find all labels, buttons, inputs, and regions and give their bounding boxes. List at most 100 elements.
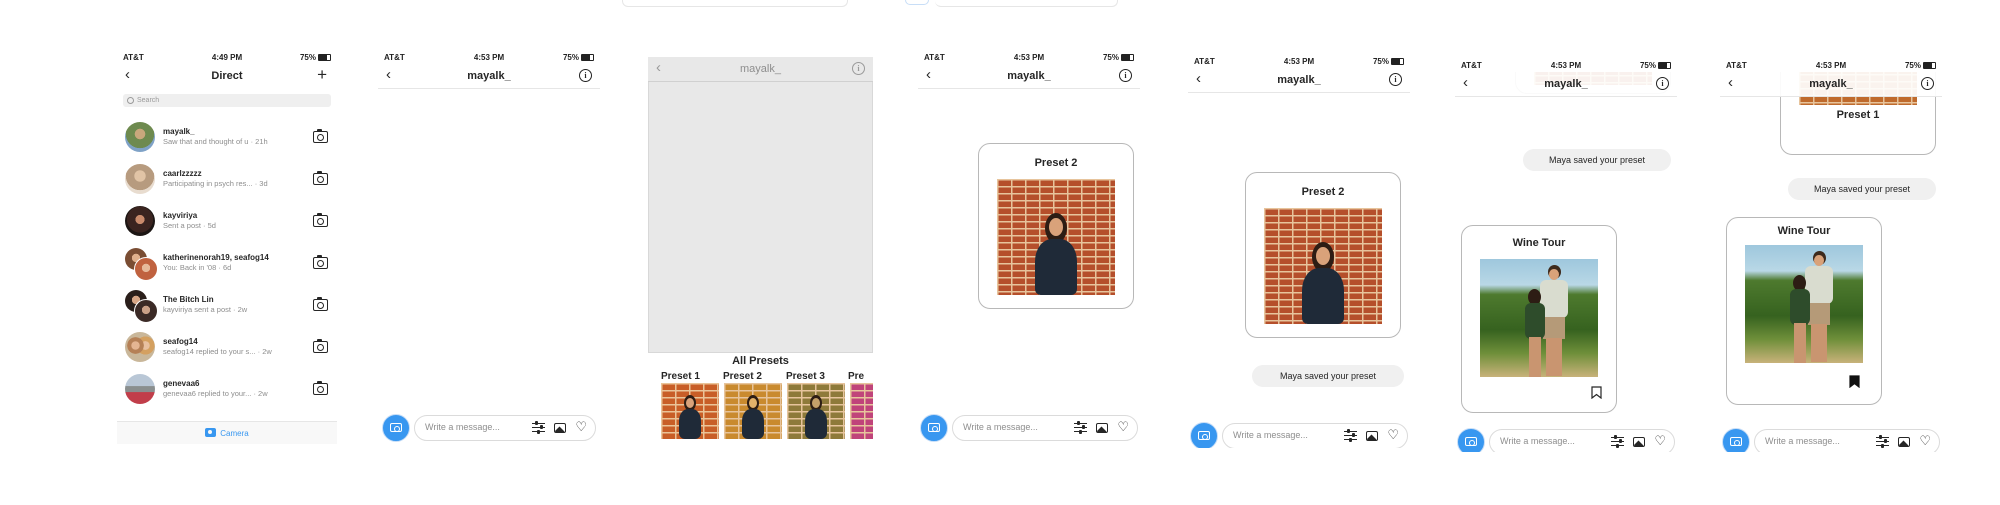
camera-button[interactable] <box>920 414 948 442</box>
gallery-icon[interactable] <box>1366 431 1378 441</box>
camera-button[interactable] <box>382 414 410 442</box>
camera-button[interactable] <box>1722 428 1750 452</box>
bookmark-filled-icon[interactable] <box>1849 375 1860 388</box>
search-icon <box>127 97 134 104</box>
screen-chat-preset-saved: AT&T 4:53 PM 75% ‹ mayalk_ i Preset 2 Ma… <box>1188 54 1410 448</box>
heart-icon[interactable]: ♡ <box>575 420 587 433</box>
battery-level: 75% <box>1904 61 1921 70</box>
status-bar: AT&T 4:53 PM 75% <box>1720 58 1942 72</box>
chat-username: mayalk_ <box>1007 70 1051 82</box>
conversation-row[interactable]: caarlzzzzz Participating in psych res...… <box>117 162 337 196</box>
info-icon[interactable]: i <box>1389 73 1402 86</box>
sliders-icon[interactable] <box>1611 434 1624 449</box>
status-bar: AT&T 4:53 PM 75% <box>1455 58 1677 72</box>
sliders-icon[interactable] <box>1344 428 1357 443</box>
brick-wall-photo <box>1264 208 1382 324</box>
camera-tab[interactable]: Camera <box>117 421 337 444</box>
heart-icon[interactable]: ♡ <box>1654 434 1666 447</box>
camera-button[interactable] <box>1190 422 1218 448</box>
conversation-row[interactable]: seafog14 seafog14 replied to your s... ·… <box>117 330 337 364</box>
message-input[interactable]: Write a message... ♡ <box>1754 429 1940 452</box>
avatar-group <box>125 290 158 323</box>
message-composer: Write a message... ♡ <box>920 414 1138 442</box>
person-figure <box>1302 242 1344 324</box>
info-icon[interactable]: i <box>1656 77 1669 90</box>
preset-3-thumbnail[interactable] <box>787 383 845 439</box>
conversation-row[interactable]: katherinenorah19, seafog14 You: Back in … <box>117 246 337 281</box>
message-input[interactable]: Write a message... ♡ <box>1222 423 1408 448</box>
chat-username: mayalk_ <box>1277 74 1321 86</box>
battery-icon <box>581 54 594 61</box>
search-input[interactable]: Search <box>123 94 331 107</box>
camera-icon[interactable] <box>313 254 328 269</box>
sliders-icon[interactable] <box>1876 434 1889 449</box>
preset-2-thumbnail[interactable] <box>724 383 782 439</box>
preset-4-thumbnail-partial[interactable] <box>850 383 873 439</box>
camera-icon[interactable] <box>313 380 328 395</box>
info-icon[interactable]: i <box>579 69 592 82</box>
wine-tour-card[interactable]: Wine Tour <box>1461 225 1617 413</box>
chat-header: ‹ mayalk_ i <box>918 64 1140 89</box>
avatar-group <box>125 248 158 281</box>
message-composer: Write a message... ♡ <box>1722 428 1940 452</box>
status-right: 75% <box>300 53 331 62</box>
heart-icon[interactable]: ♡ <box>1117 420 1129 433</box>
preset-label-partial: Pre <box>848 371 865 382</box>
sliders-icon[interactable] <box>1074 420 1087 435</box>
battery-icon <box>1923 62 1936 69</box>
shorts <box>1808 303 1830 325</box>
bookmark-icon[interactable] <box>1591 386 1602 399</box>
chat-username: mayalk_ <box>1809 78 1853 90</box>
message-input[interactable]: Write a message... ♡ <box>414 415 596 441</box>
card-title: Wine Tour <box>1512 237 1566 249</box>
sliders-icon[interactable] <box>532 420 545 435</box>
new-message-plus-icon[interactable]: + <box>317 65 327 85</box>
conversation-name: genevaa6 <box>163 379 200 388</box>
conversation-row[interactable]: kayviriya Sent a post · 5d <box>117 204 337 238</box>
direct-header: ‹ Direct + <box>117 64 337 88</box>
conversation-name: The Bitch Lin <box>163 295 214 304</box>
legs <box>1811 324 1827 362</box>
conversation-row[interactable]: genevaa6 genevaa6 replied to your... · 2… <box>117 372 337 406</box>
conversation-preview: You: Back in '08 · 6d <box>163 263 232 272</box>
preset-card[interactable]: Preset 2 <box>1245 172 1401 338</box>
search-placeholder: Search <box>137 97 160 104</box>
message-input[interactable]: Write a message... ♡ <box>952 415 1138 441</box>
camera-icon[interactable] <box>313 128 328 143</box>
chat-header: ‹ mayalk_ i <box>1720 72 1942 97</box>
camera-icon[interactable] <box>313 170 328 185</box>
conversation-preview: Participating in psych res... · 3d <box>163 179 268 188</box>
camera-icon[interactable] <box>313 338 328 353</box>
info-icon[interactable]: i <box>1119 69 1132 82</box>
partial-screen-edge <box>622 0 848 7</box>
gallery-icon[interactable] <box>1898 437 1910 447</box>
shorts <box>1543 317 1565 339</box>
camera-icon[interactable] <box>313 296 328 311</box>
status-right: 75% <box>1905 61 1936 70</box>
info-icon[interactable]: i <box>1921 77 1934 90</box>
camera-icon[interactable] <box>313 212 328 227</box>
wine-tour-card[interactable]: Wine Tour <box>1726 217 1882 405</box>
preset-1-thumbnail[interactable] <box>661 383 719 439</box>
gallery-icon[interactable] <box>1096 423 1108 433</box>
preset-card[interactable]: Preset 2 <box>978 143 1134 309</box>
legs <box>1546 338 1562 376</box>
battery-level: 75% <box>1639 61 1656 70</box>
card-title: Preset 1 <box>1836 109 1880 121</box>
chat-header: ‹ mayalk_ i <box>1188 68 1410 93</box>
partial-camera-circle <box>905 0 929 5</box>
camera-button[interactable] <box>1457 428 1485 452</box>
conversation-row[interactable]: The Bitch Lin kayviriya sent a post · 2w <box>117 288 337 323</box>
gallery-icon[interactable] <box>554 423 566 433</box>
screen-chat-wine-tour-saved: Preset 1 AT&T 4:53 PM 75% ‹ mayalk_ i Ma… <box>1720 58 1942 452</box>
message-placeholder: Write a message... <box>1233 430 1308 440</box>
gallery-icon[interactable] <box>1633 437 1645 447</box>
heart-icon[interactable]: ♡ <box>1387 428 1399 441</box>
heart-icon[interactable]: ♡ <box>1919 434 1931 447</box>
info-icon[interactable]: i <box>852 62 865 75</box>
conversation-row[interactable]: mayalk_ Saw that and thought of u · 21h <box>117 120 337 154</box>
message-placeholder: Write a message... <box>1765 436 1840 446</box>
conversation-preview: kayviriya sent a post · 2w <box>163 305 248 314</box>
battery-icon <box>1391 58 1404 65</box>
message-input[interactable]: Write a message... ♡ <box>1489 429 1675 452</box>
